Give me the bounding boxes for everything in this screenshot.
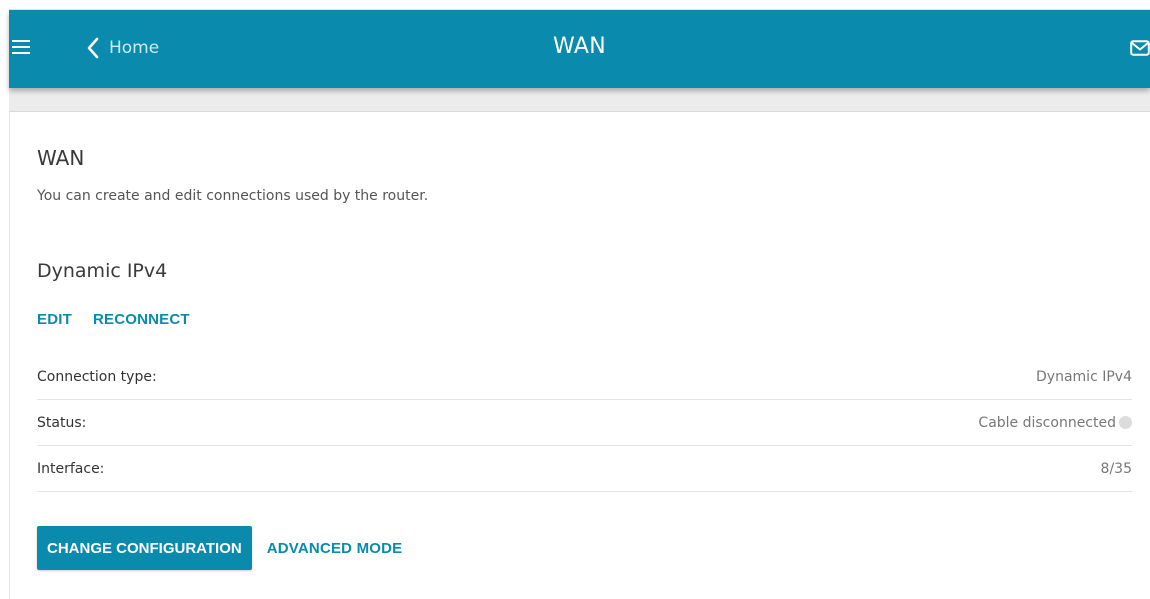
advanced-mode-button[interactable]: ADVANCED MODE <box>267 540 403 557</box>
section-title: WAN <box>37 146 85 170</box>
interface-label: Interface: <box>37 460 105 477</box>
app-window: Home WAN WAN You can create and edit con… <box>0 0 1150 599</box>
table-row: Connection type: Dynamic IPv4 <box>37 354 1132 400</box>
bottom-actions: CHANGE CONFIGURATION ADVANCED MODE <box>37 526 402 570</box>
table-row: Interface: 8/35 <box>37 446 1132 492</box>
change-configuration-button[interactable]: CHANGE CONFIGURATION <box>37 526 252 570</box>
connection-title: Dynamic IPv4 <box>37 260 168 282</box>
interface-value: 8/35 <box>1100 460 1132 477</box>
status-label: Status: <box>37 414 87 431</box>
connection-type-label: Connection type: <box>37 368 157 385</box>
status-indicator-icon <box>1119 416 1132 429</box>
section-description: You can create and edit connections used… <box>37 188 429 204</box>
mail-icon[interactable] <box>1130 40 1150 56</box>
connection-actions: EDIT RECONNECT <box>37 311 190 328</box>
status-value-wrap: Cable disconnected <box>978 415 1132 431</box>
window-border-left <box>9 112 10 599</box>
table-row: Status: Cable disconnected <box>37 400 1132 446</box>
connection-info-table: Connection type: Dynamic IPv4 Status: Ca… <box>37 354 1132 492</box>
status-value: Cable disconnected <box>978 414 1116 431</box>
reconnect-button[interactable]: RECONNECT <box>93 311 190 328</box>
edit-button[interactable]: EDIT <box>37 311 72 328</box>
top-header: Home WAN <box>9 10 1150 88</box>
header-sub-band <box>9 88 1150 112</box>
connection-type-value: Dynamic IPv4 <box>1036 368 1132 385</box>
page-title: WAN <box>553 34 606 59</box>
